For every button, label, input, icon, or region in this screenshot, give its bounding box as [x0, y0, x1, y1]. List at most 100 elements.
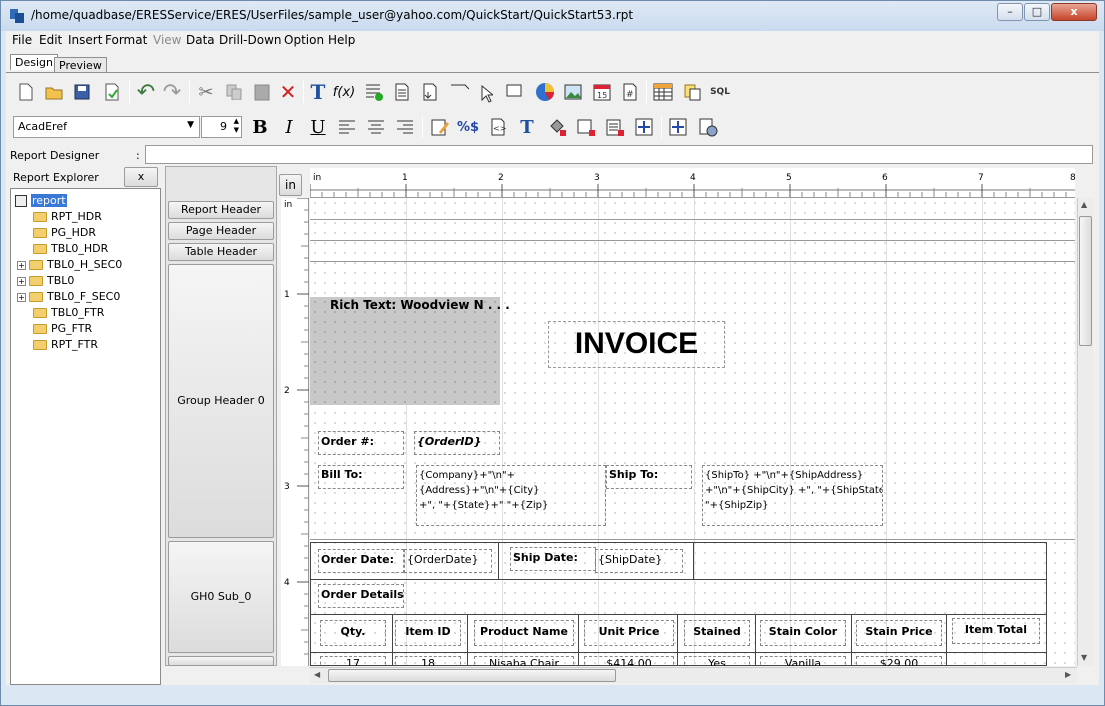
- horizontal-scrollbar[interactable]: ◀ ▶: [310, 667, 1077, 683]
- delete-icon[interactable]: ✕: [277, 80, 299, 104]
- column-header-qty[interactable]: Qty.: [320, 620, 386, 646]
- scroll-thumb[interactable]: [1079, 216, 1092, 346]
- order-id-field[interactable]: {OrderID}: [414, 431, 500, 455]
- tree-item-tbl0-f-sec0[interactable]: + TBL0_F_SEC0: [17, 290, 120, 304]
- open-icon[interactable]: [43, 81, 65, 103]
- insert-date-icon[interactable]: 15: [591, 81, 613, 103]
- column-header-stain-price[interactable]: Stain Price: [856, 620, 942, 646]
- font-size-stepper[interactable]: 9 ▲ ▼: [201, 116, 242, 138]
- tree-item-tbl0-hdr[interactable]: TBL0_HDR: [33, 242, 108, 256]
- expand-icon[interactable]: +: [17, 260, 26, 270]
- new-icon[interactable]: [15, 81, 37, 103]
- border-style-icon[interactable]: [604, 116, 626, 138]
- column-header-stained[interactable]: Stained: [684, 620, 750, 646]
- ship-to-label[interactable]: Ship To:: [606, 465, 692, 489]
- tree-item-rpt-hdr[interactable]: RPT_HDR: [33, 210, 102, 224]
- cell-stain-price[interactable]: $29.00: [856, 656, 942, 666]
- insert-report-icon[interactable]: [419, 81, 441, 103]
- vertical-scrollbar[interactable]: ▲ ▼: [1077, 198, 1093, 666]
- menu-drill-down[interactable]: Drill-Down: [219, 33, 282, 47]
- expand-icon[interactable]: +: [17, 276, 26, 286]
- insert-table-icon[interactable]: [363, 81, 385, 103]
- fill-color-icon[interactable]: [546, 116, 568, 138]
- scroll-left-icon[interactable]: ◀: [314, 670, 320, 679]
- bill-to-label[interactable]: Bill To:: [318, 465, 404, 489]
- underline-icon[interactable]: U: [307, 116, 329, 138]
- save-as-icon[interactable]: [101, 81, 123, 103]
- next-section-button[interactable]: [168, 656, 274, 666]
- copy-icon[interactable]: [223, 81, 245, 103]
- move-icon[interactable]: [667, 116, 689, 138]
- resize-icon[interactable]: [633, 116, 655, 138]
- report-canvas[interactable]: Rich Text: Woodview N . . . INVOICE Orde…: [310, 198, 1075, 666]
- format-number-icon[interactable]: %$: [457, 116, 479, 138]
- ship-date-label[interactable]: Ship Date:: [510, 547, 596, 571]
- sql-icon[interactable]: SQL: [709, 81, 731, 103]
- cell-item-id[interactable]: 18: [395, 656, 461, 666]
- cell-unit-price[interactable]: $414.00: [584, 656, 674, 666]
- order-date-field[interactable]: {OrderDate}: [404, 549, 492, 573]
- column-header-product-name[interactable]: Product Name: [474, 620, 574, 646]
- cell-product-name[interactable]: Nisaba Chair: [474, 656, 574, 666]
- align-right-icon[interactable]: [394, 116, 416, 138]
- gh0-sub-section-button[interactable]: GH0 Sub_0: [168, 541, 274, 653]
- menu-format[interactable]: Format: [105, 33, 147, 47]
- insert-page-number-icon[interactable]: #: [619, 81, 641, 103]
- text-color-icon[interactable]: T: [516, 116, 538, 138]
- menu-data[interactable]: Data: [186, 33, 215, 47]
- insert-line-icon[interactable]: [449, 79, 471, 101]
- ship-to-field[interactable]: {ShipTo} +"\n"+{ShipAddress} +"\n"+{Ship…: [702, 465, 883, 526]
- column-header-item-id[interactable]: Item ID: [395, 620, 461, 646]
- scroll-right-icon[interactable]: ▶: [1065, 670, 1071, 679]
- menu-file[interactable]: File: [12, 33, 32, 47]
- edit-text-icon[interactable]: [429, 116, 451, 138]
- explorer-close-button[interactable]: x: [124, 167, 158, 187]
- pointer-icon[interactable]: [475, 83, 497, 105]
- cell-stain-color[interactable]: Vanilla: [760, 656, 846, 666]
- report-header-section-button[interactable]: Report Header: [168, 201, 274, 219]
- tree-root[interactable]: report: [15, 194, 67, 208]
- scroll-up-icon[interactable]: ▲: [1081, 200, 1087, 209]
- font-family-select[interactable]: AcadEref ▼: [13, 116, 200, 138]
- tab-preview[interactable]: Preview: [54, 57, 107, 73]
- tree-item-pg-hdr[interactable]: PG_HDR: [33, 226, 96, 240]
- group-header-section-button[interactable]: Group Header 0: [168, 264, 274, 538]
- insert-subreport-icon[interactable]: [391, 81, 413, 103]
- align-left-icon[interactable]: [336, 116, 358, 138]
- insert-rectangle-icon[interactable]: [505, 81, 527, 103]
- bill-to-field[interactable]: {Company}+"\n"+{Address}+"\n"+{City} +",…: [416, 465, 606, 526]
- insert-formula-icon[interactable]: f(x): [333, 81, 355, 103]
- crosstab-icon[interactable]: [652, 81, 674, 103]
- tab-design[interactable]: Design: [10, 54, 58, 70]
- properties-icon[interactable]: [697, 116, 719, 138]
- minimize-button[interactable]: –: [997, 3, 1023, 21]
- rich-text-box[interactable]: [310, 297, 500, 405]
- cut-icon[interactable]: ✂: [195, 81, 217, 103]
- insert-text-icon[interactable]: T: [307, 80, 329, 104]
- scroll-thumb[interactable]: [328, 669, 616, 682]
- menu-edit[interactable]: Edit: [39, 33, 62, 47]
- table-header-section-button[interactable]: Table Header: [168, 243, 274, 261]
- save-icon[interactable]: [71, 81, 93, 103]
- bold-icon[interactable]: B: [249, 116, 271, 138]
- cell-stained[interactable]: Yes: [684, 656, 750, 666]
- menu-option[interactable]: Option: [284, 33, 324, 47]
- maximize-button[interactable]: □: [1024, 3, 1050, 21]
- tree-item-pg-ftr[interactable]: PG_FTR: [33, 322, 92, 336]
- order-number-label[interactable]: Order #:: [318, 431, 404, 455]
- tree-item-tbl0-h-sec0[interactable]: + TBL0_H_SEC0: [17, 258, 122, 272]
- insert-chart-icon[interactable]: [534, 81, 556, 103]
- tree-item-rpt-ftr[interactable]: RPT_FTR: [33, 338, 98, 352]
- order-details-label[interactable]: Order Details:: [318, 584, 404, 608]
- menu-help[interactable]: Help: [328, 33, 355, 47]
- tree-item-tbl0[interactable]: + TBL0: [17, 274, 74, 288]
- column-header-unit-price[interactable]: Unit Price: [584, 620, 674, 646]
- units-button[interactable]: in: [279, 174, 302, 196]
- align-center-icon[interactable]: [365, 116, 387, 138]
- report-designer-field[interactable]: [145, 145, 1093, 164]
- query-icon[interactable]: [681, 81, 703, 103]
- redo-icon[interactable]: ↷: [161, 80, 183, 105]
- menu-view[interactable]: View: [153, 33, 181, 47]
- html-icon[interactable]: <>: [487, 116, 509, 138]
- tree-item-tbl0-ftr[interactable]: TBL0_FTR: [33, 306, 104, 320]
